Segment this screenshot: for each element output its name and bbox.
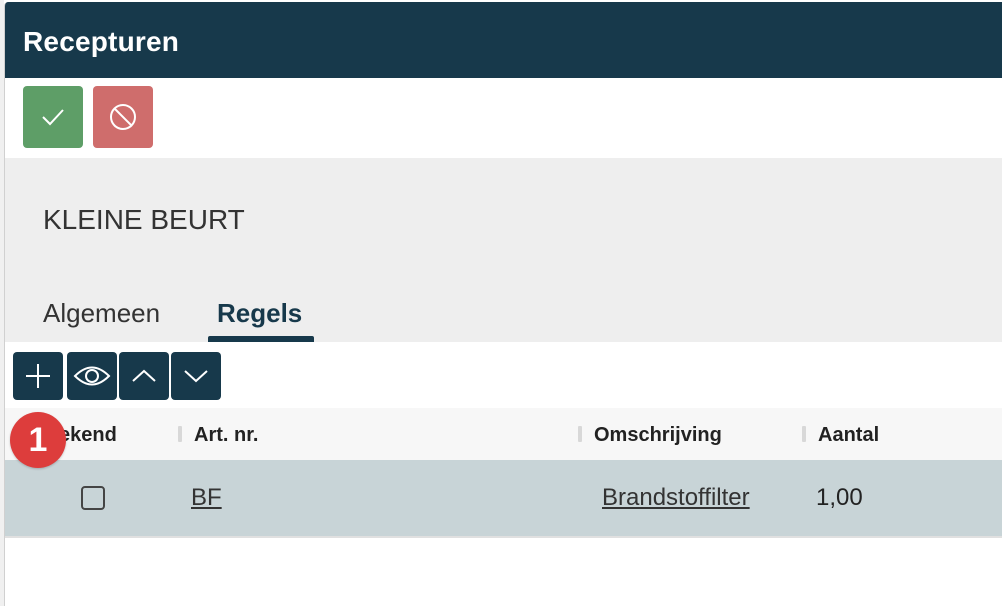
column-header-aantal[interactable]: Aantal — [818, 424, 879, 447]
record-title: KLEINE BEURT — [43, 204, 245, 235]
dialog-titlebar: Recepturen — [5, 2, 1002, 78]
move-down-button[interactable] — [171, 352, 221, 400]
chevron-up-icon — [132, 369, 156, 382]
view-row-button[interactable] — [67, 352, 117, 400]
cell-omschrijving-link[interactable]: Brandstoffilter — [602, 484, 750, 512]
column-resize-handle[interactable] — [578, 426, 582, 442]
row-checkbox[interactable] — [81, 486, 105, 510]
add-row-button[interactable] — [13, 352, 63, 400]
eye-icon — [73, 366, 111, 386]
record-header: KLEINE BEURT Algemeen Regels — [5, 158, 1002, 342]
move-up-button[interactable] — [119, 352, 169, 400]
table-row[interactable]: BF Brandstoffilter 1,00 — [5, 460, 1002, 538]
confirm-button[interactable] — [23, 86, 83, 148]
dialog-title: Recepturen — [23, 26, 180, 57]
cell-aantal: 1,00 — [816, 484, 863, 511]
recepturen-dialog: Recepturen KLEINE BEURT Algemeen Regels — [4, 2, 1002, 606]
step-number-badge: 1 — [10, 412, 66, 468]
column-resize-handle[interactable] — [802, 426, 806, 442]
ban-icon — [110, 104, 136, 130]
plus-icon — [26, 364, 50, 388]
tab-algemeen[interactable]: Algemeen — [43, 298, 160, 329]
column-resize-handle[interactable] — [178, 426, 182, 442]
chevron-down-icon — [184, 370, 208, 383]
cancel-button[interactable] — [93, 86, 153, 148]
table-header-row: ekend Art. nr. Omschrijving Aantal — [5, 408, 1002, 460]
cell-art-nr-link[interactable]: BF — [191, 484, 222, 512]
tab-regels[interactable]: Regels — [217, 298, 302, 329]
active-tab-indicator — [208, 336, 314, 342]
column-header-omschrijving[interactable]: Omschrijving — [594, 424, 722, 447]
check-icon — [42, 109, 64, 126]
column-header-ekend[interactable]: ekend — [59, 424, 117, 447]
column-header-art-nr[interactable]: Art. nr. — [194, 424, 258, 447]
